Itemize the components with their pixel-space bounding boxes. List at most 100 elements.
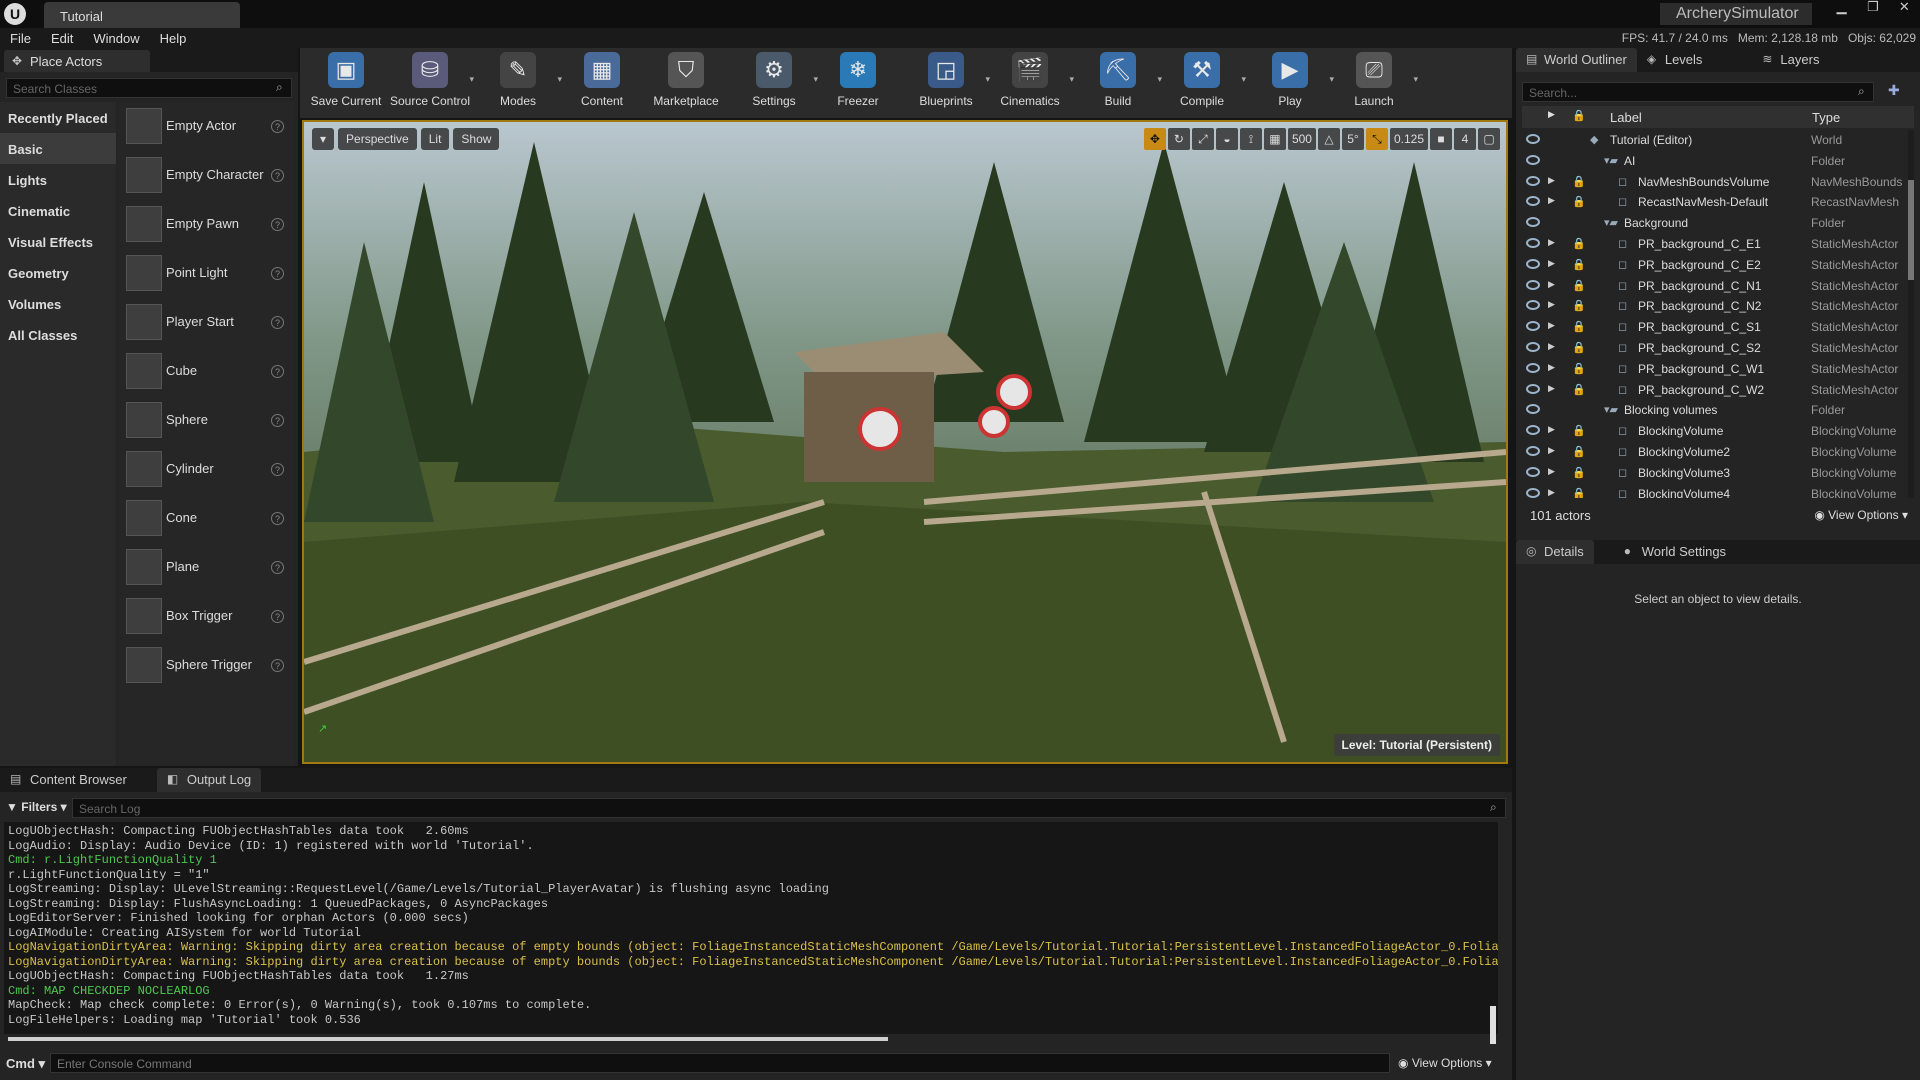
actor-item[interactable]: Sphere? [118,396,294,445]
visibility-eye-icon[interactable] [1526,217,1540,228]
category-basic[interactable]: Basic [0,133,116,164]
category-volumes[interactable]: Volumes [0,288,116,319]
rotation-snap-value[interactable]: 5° [1341,128,1364,150]
chevron-down-icon[interactable]: ▾ [1413,74,1418,85]
outliner-scrollbar[interactable] [1908,130,1914,498]
category-recently-placed[interactable]: Recently Placed [0,102,116,133]
tab-world-settings[interactable]: ● World Settings [1614,540,1736,564]
expand-arrow-icon[interactable]: ▶ [1548,424,1555,435]
surface-snap-icon[interactable]: ⟟ [1239,128,1262,150]
source-control-button[interactable]: ⛁ Source Control ▾ [388,48,474,114]
outliner-row[interactable]: ▶ 🔒 ◻ PR_background_C_N1 StaticMeshActor [1522,276,1906,297]
tab-details[interactable]: ◎ Details [1516,540,1594,564]
world-icon[interactable]: ◒ [1215,128,1238,150]
actor-item[interactable]: Cone? [118,494,294,543]
lock-icon[interactable]: 🔒 [1572,320,1586,333]
scale-snap-value[interactable]: 0.125 [1389,128,1428,150]
expand-arrow-icon[interactable]: ▶ [1548,487,1555,498]
help-icon[interactable]: ? [271,610,284,623]
translate-icon[interactable]: ✥ [1143,128,1166,150]
visibility-eye-icon[interactable] [1526,362,1540,373]
show-button[interactable]: Show [453,128,500,150]
log-horizontal-scrollbar[interactable] [8,1037,888,1041]
tab-world-outliner[interactable]: ▤ World Outliner [1516,48,1637,72]
outliner-row[interactable]: ▶ 🔒 ◻ PR_background_C_S2 StaticMeshActor [1522,338,1906,359]
modes-button[interactable]: ✎ Modes ▾ [476,48,562,114]
tab-levels[interactable]: ◈ Levels [1637,48,1713,72]
lock-icon[interactable]: 🔒 [1572,299,1586,312]
restore-icon[interactable]: ❐ [1857,0,1888,20]
console-command-input[interactable]: Enter Console Command [50,1053,1390,1073]
outliner-row[interactable]: ▶ 🔒 ◻ BlockingVolume BlockingVolume [1522,421,1906,442]
lock-icon[interactable]: 🔒 [1572,341,1586,354]
play-button[interactable]: ▶ Play ▾ [1248,48,1334,114]
marketplace-button[interactable]: ⛉ Marketplace [644,48,728,114]
expand-arrow-icon[interactable]: ▶ [1548,279,1555,290]
expand-arrow-icon[interactable]: ▶ [1548,341,1555,352]
help-icon[interactable]: ? [271,365,284,378]
visibility-eye-icon[interactable] [1526,237,1540,248]
settings-button[interactable]: ⚙ Settings ▾ [732,48,818,114]
freezer-button[interactable]: ❄ Freezer [816,48,900,114]
actor-item[interactable]: Cube? [118,347,294,396]
rotation-snap-icon[interactable]: △ [1317,128,1340,150]
launch-button[interactable]: ⎚ Launch ▾ [1332,48,1418,114]
lock-icon[interactable]: 🔒 [1572,383,1586,396]
chevron-down-icon[interactable]: ▾ [1069,74,1074,85]
outliner-row[interactable]: ▾▰ Background Folder [1522,213,1906,234]
log-view-options-button[interactable]: ◉ View Options ▾ [1398,1056,1492,1070]
visibility-eye-icon[interactable] [1526,425,1540,436]
lit-button[interactable]: Lit [420,128,450,150]
expand-arrow-icon[interactable]: ▶ [1548,195,1555,206]
visibility-eye-icon[interactable] [1526,383,1540,394]
outliner-row[interactable]: ▾▰ AI Folder [1522,151,1906,172]
help-icon[interactable]: ? [271,512,284,525]
help-icon[interactable]: ? [271,267,284,280]
visibility-eye-icon[interactable] [1526,175,1540,186]
help-icon[interactable]: ? [271,463,284,476]
visibility-eye-icon[interactable] [1526,258,1540,269]
content-button[interactable]: ▦ Content [560,48,644,114]
visibility-eye-icon[interactable] [1526,404,1540,415]
add-folder-icon[interactable]: ✚ [1888,82,1906,100]
tab-place-actors[interactable]: ✥ Place Actors [4,50,150,72]
actor-item[interactable]: Cylinder? [118,445,294,494]
camera-speed-value[interactable]: 4 [1454,128,1476,150]
log-search-input[interactable]: Search Log [72,798,1506,818]
outliner-row[interactable]: ▶ 🔒 ◻ PR_background_C_W1 StaticMeshActor [1522,359,1906,380]
column-label[interactable]: Label [1610,110,1642,125]
cinematics-button[interactable]: 🎬 Cinematics ▾ [988,48,1074,114]
menu-window[interactable]: Window [83,31,149,46]
document-tab[interactable]: Tutorial [44,2,240,28]
save-current-button[interactable]: ▣ Save Current [304,48,388,114]
visibility-eye-icon[interactable] [1526,341,1540,352]
column-type[interactable]: Type [1812,110,1840,125]
outliner-view-options-button[interactable]: ◉ View Options ▾ [1814,508,1908,522]
expand-arrow-icon[interactable]: ▶ [1548,320,1555,331]
outliner-row[interactable]: ▶ 🔒 ◻ BlockingVolume2 BlockingVolume [1522,442,1906,463]
chevron-down-icon[interactable]: ▾ [469,74,474,85]
lock-icon[interactable]: 🔒 [1572,175,1586,188]
visibility-eye-icon[interactable] [1526,196,1540,207]
outliner-search-input[interactable]: Search... [1522,82,1874,102]
cmd-dropdown[interactable]: Cmd ▾ [6,1056,45,1072]
blueprints-button[interactable]: ◲ Blueprints ▾ [904,48,990,114]
help-icon[interactable]: ? [271,218,284,231]
category-lights[interactable]: Lights [0,164,116,195]
visibility-eye-icon[interactable] [1526,466,1540,477]
lock-icon[interactable]: 🔒 [1572,487,1586,498]
help-icon[interactable]: ? [271,169,284,182]
expand-arrow-icon[interactable]: ▶ [1548,466,1555,477]
expand-arrow-icon[interactable]: ▶ [1548,175,1555,186]
actor-item[interactable]: Empty Character? [118,151,294,200]
visibility-eye-icon[interactable] [1526,279,1540,290]
help-icon[interactable]: ? [271,120,284,133]
expand-arrow-icon[interactable]: ▶ [1548,362,1555,373]
close-icon[interactable]: ✕ [1889,0,1920,20]
outliner-row[interactable]: ▶ 🔒 ◻ PR_background_C_S1 StaticMeshActor [1522,317,1906,338]
expand-arrow-icon[interactable]: ▶ [1548,258,1555,269]
maximize-viewport-icon[interactable]: ▢ [1478,128,1500,150]
visibility-eye-icon[interactable] [1526,154,1540,165]
tab-output-log[interactable]: ◧ Output Log [156,768,262,792]
tab-content-browser[interactable]: ▤ Content Browser [0,768,137,792]
